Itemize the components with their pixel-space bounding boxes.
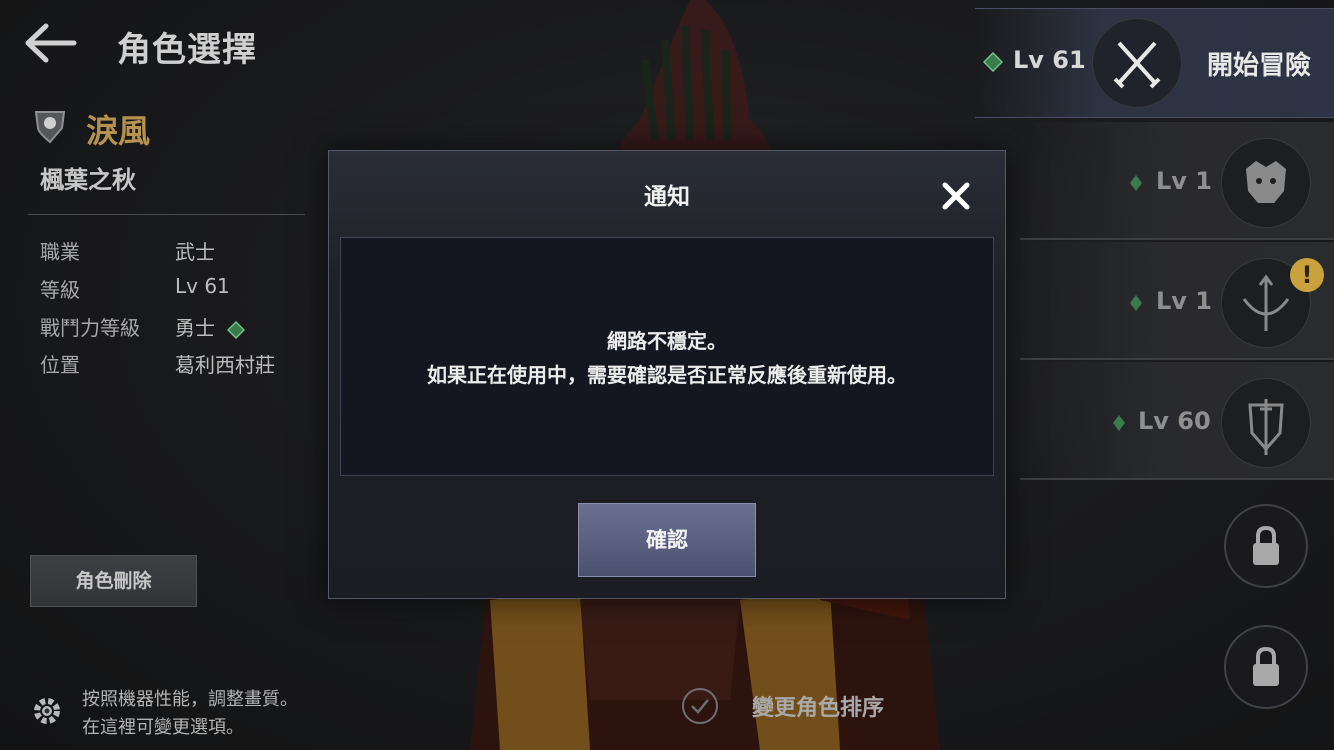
close-icon[interactable] <box>939 179 973 213</box>
dialog-body: 網路不穩定。 如果正在使用中，需要確認是否正常反應後重新使用。 <box>340 237 994 476</box>
delete-character-button[interactable]: 角色刪除 <box>30 555 197 607</box>
guild-emblem-icon <box>34 111 66 144</box>
beast-head-icon <box>1246 161 1286 203</box>
start-adventure-button[interactable]: 開始冒險 <box>1207 45 1311 82</box>
slot-4-level: Lv 60 <box>1138 407 1211 435</box>
slot-4-class-badge <box>1221 378 1311 468</box>
info-label-class: 職業 <box>40 240 80 264</box>
slot-2-class-badge <box>1221 138 1311 228</box>
info-value-combat-rank: 勇士 <box>175 312 246 341</box>
info-value-location: 葛利西村莊 <box>175 353 275 377</box>
green-gem-icon <box>227 320 246 339</box>
lock-icon <box>1253 525 1279 565</box>
lock-icon <box>1253 646 1279 686</box>
check-circle-icon <box>682 688 718 724</box>
info-label-level: 等級 <box>40 278 80 302</box>
sword-shield-icon <box>1248 399 1284 455</box>
divider <box>28 214 305 215</box>
combat-rank-text: 勇士 <box>175 316 215 340</box>
notification-dialog: 通知 網路不穩定。 如果正在使用中，需要確認是否正常反應後重新使用。 確認 <box>328 150 1006 599</box>
server-name: 楓葉之秋 <box>40 166 136 194</box>
info-value-class: 武士 <box>175 240 215 264</box>
slot-1-level: Lv 61 <box>1013 46 1086 74</box>
back-arrow-icon[interactable] <box>22 18 78 68</box>
gear-icon[interactable] <box>30 694 64 728</box>
locked-slot-5[interactable] <box>1224 504 1308 588</box>
dialog-message-line1: 網路不穩定。 <box>607 329 727 353</box>
crossed-swords-icon <box>1113 41 1161 89</box>
green-gem-icon <box>983 52 1003 72</box>
dialog-message-line2: 如果正在使用中，需要確認是否正常反應後重新使用。 <box>427 363 907 387</box>
settings-hint-line2: 在這裡可變更選項。 <box>82 717 244 738</box>
locked-slot-6[interactable] <box>1224 625 1308 709</box>
green-gem-icon <box>1113 415 1125 431</box>
confirm-button[interactable]: 確認 <box>578 503 756 577</box>
info-label-location: 位置 <box>40 353 80 377</box>
alert-badge: ! <box>1290 258 1324 292</box>
settings-hint-line1: 按照機器性能，調整畫質。 <box>82 689 298 710</box>
dialog-title: 通知 <box>644 184 690 210</box>
info-value-level: Lv 61 <box>175 274 230 298</box>
reorder-label: 變更角色排序 <box>752 696 885 721</box>
slot-3-level: Lv 1 <box>1156 287 1212 315</box>
green-gem-icon <box>1130 295 1142 311</box>
info-label-combat-rank: 戰鬥力等級 <box>40 316 140 340</box>
settings-hint: 按照機器性能，調整畫質。 在這裡可變更選項。 <box>82 686 298 742</box>
green-gem-icon <box>1130 175 1142 191</box>
dialog-message: 網路不穩定。 如果正在使用中，需要確認是否正常反應後重新使用。 <box>341 324 993 392</box>
page-title: 角色選擇 <box>117 30 257 70</box>
slot-1-class-badge <box>1092 18 1182 108</box>
slot-2-level: Lv 1 <box>1156 167 1212 195</box>
reorder-characters-button[interactable]: 變更角色排序 <box>680 686 884 726</box>
character-name: 淚風 <box>86 112 151 150</box>
